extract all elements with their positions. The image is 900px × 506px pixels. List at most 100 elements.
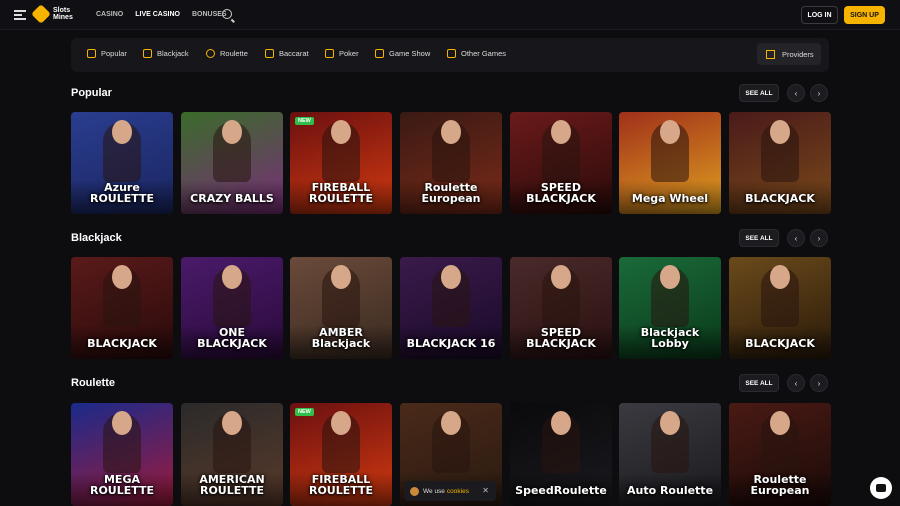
game-title: AMERICAN ROULETTE xyxy=(199,473,265,497)
game-tile[interactable]: SpeedRoulette xyxy=(510,403,612,506)
game-title: BLACKJACK xyxy=(87,337,157,350)
category-other-games[interactable]: Other Games xyxy=(447,49,506,58)
section-title-blackjack: Blackjack xyxy=(71,232,122,244)
dealer-head xyxy=(112,265,132,289)
game-tile[interactable]: Auto Roulette xyxy=(619,403,721,506)
game-tile[interactable]: MEGA ROULETTE xyxy=(71,403,173,506)
dealer-head xyxy=(222,265,242,289)
dealer-head xyxy=(112,411,132,435)
shield-icon xyxy=(87,49,96,58)
dealer-head xyxy=(770,265,790,289)
dealer-head xyxy=(441,120,461,144)
game-title: Roulette European xyxy=(750,473,810,497)
close-icon[interactable]: ✕ xyxy=(482,486,489,495)
dealer-head xyxy=(331,265,351,289)
game-tile[interactable]: Roulette European xyxy=(400,112,502,214)
game-tile[interactable]: BLACKJACK 16 xyxy=(400,257,502,359)
cookie-icon xyxy=(410,486,419,496)
dealer-head xyxy=(660,411,680,435)
game-title: ONE BLACKJACK xyxy=(197,326,267,350)
nav-casino[interactable]: CASINO xyxy=(96,11,123,18)
game-tile[interactable]: Roulette European xyxy=(729,403,831,506)
section-title-popular: Popular xyxy=(71,87,112,99)
dealer-head xyxy=(112,120,132,144)
game-tile[interactable]: NEW FIREBALL ROULETTE xyxy=(290,403,392,506)
main-nav: CASINO LIVE CASINO BONUSES xyxy=(96,11,227,18)
dealer-head xyxy=(660,265,680,289)
dealer-head xyxy=(222,411,242,435)
poker-icon xyxy=(325,49,334,58)
arrow-right-icon[interactable]: › xyxy=(810,84,828,102)
game-tile[interactable]: Mega Wheel xyxy=(619,112,721,214)
category-game-show[interactable]: Game Show xyxy=(375,49,430,58)
trophy-icon xyxy=(447,49,456,58)
game-tile[interactable]: SPEED BLACKJACK xyxy=(510,112,612,214)
chat-button[interactable] xyxy=(870,477,892,499)
arrow-left-icon[interactable]: ‹ xyxy=(787,374,805,392)
arrow-right-icon[interactable]: › xyxy=(810,229,828,247)
dealer-head xyxy=(551,411,571,435)
arrow-left-icon[interactable]: ‹ xyxy=(787,229,805,247)
category-popular[interactable]: Popular xyxy=(87,49,127,58)
grid-icon xyxy=(766,49,775,59)
see-all-button[interactable]: SEE ALL xyxy=(739,229,779,247)
logo[interactable]: Slots Mines xyxy=(31,4,73,24)
cookie-banner: We use cookies ✕ xyxy=(404,481,496,501)
game-tile[interactable]: Blackjack Lobby xyxy=(619,257,721,359)
game-show-icon xyxy=(375,49,384,58)
section-title-roulette: Roulette xyxy=(71,377,115,389)
dealer-head xyxy=(770,120,790,144)
game-title: Mega Wheel xyxy=(631,192,709,205)
providers-button[interactable]: Providers xyxy=(757,43,821,65)
nav-live-casino[interactable]: LIVE CASINO xyxy=(135,11,180,18)
game-tile[interactable]: Azure ROULETTE xyxy=(71,112,173,214)
dealer-head xyxy=(222,120,242,144)
category-baccarat[interactable]: Baccarat xyxy=(265,49,309,58)
search-icon[interactable] xyxy=(222,9,232,19)
game-tile[interactable]: BLACKJACK xyxy=(729,112,831,214)
roulette-icon xyxy=(206,49,215,58)
dealer-head xyxy=(441,265,461,289)
game-title: Auto Roulette xyxy=(626,484,714,497)
dealer-head xyxy=(331,411,351,435)
logo-mark-icon xyxy=(31,4,51,24)
dealer-head xyxy=(441,411,461,435)
new-badge: NEW xyxy=(295,408,314,416)
game-tile[interactable]: BLACKJACK xyxy=(71,257,173,359)
category-roulette[interactable]: Roulette xyxy=(206,49,248,58)
game-tile[interactable]: BLACKJACK xyxy=(729,257,831,359)
category-blackjack[interactable]: Blackjack xyxy=(143,49,189,58)
dealer-head xyxy=(551,120,571,144)
game-title: Roulette European xyxy=(421,181,481,205)
dealer-head xyxy=(660,120,680,144)
game-tile[interactable]: AMERICAN ROULETTE xyxy=(181,403,283,506)
game-tile[interactable]: ONE BLACKJACK xyxy=(181,257,283,359)
baccarat-icon xyxy=(265,49,274,58)
game-tile[interactable]: NEW FIREBALL ROULETTE xyxy=(290,112,392,214)
game-title: BLACKJACK xyxy=(745,192,815,205)
cards-icon xyxy=(143,49,152,58)
game-tile[interactable]: CRAZY BALLS xyxy=(181,112,283,214)
dealer-head xyxy=(331,120,351,144)
game-title: Blackjack Lobby xyxy=(640,326,700,350)
game-title: BLACKJACK 16 xyxy=(406,337,496,350)
game-title: BLACKJACK xyxy=(745,337,815,350)
arrow-right-icon[interactable]: › xyxy=(810,374,828,392)
logo-line1: Slots xyxy=(53,7,71,14)
login-button[interactable]: LOG IN xyxy=(801,6,838,24)
game-tile[interactable]: AMBER Blackjack xyxy=(290,257,392,359)
cookie-link[interactable]: cookies xyxy=(447,488,469,495)
cookie-text: We use xyxy=(423,487,445,495)
logo-line2: Mines xyxy=(53,14,73,21)
see-all-button[interactable]: SEE ALL xyxy=(739,84,779,102)
top-navbar: Slots Mines CASINO LIVE CASINO BONUSES L… xyxy=(0,0,900,30)
game-title: Azure ROULETTE xyxy=(89,181,155,205)
game-tile[interactable]: SPEED BLACKJACK xyxy=(510,257,612,359)
category-poker[interactable]: Poker xyxy=(325,49,359,58)
menu-icon[interactable] xyxy=(14,10,26,20)
game-title: FIREBALL ROULETTE xyxy=(308,473,374,497)
signup-button[interactable]: SIGN UP xyxy=(844,6,885,24)
arrow-left-icon[interactable]: ‹ xyxy=(787,84,805,102)
new-badge: NEW xyxy=(295,117,314,125)
see-all-button[interactable]: SEE ALL xyxy=(739,374,779,392)
